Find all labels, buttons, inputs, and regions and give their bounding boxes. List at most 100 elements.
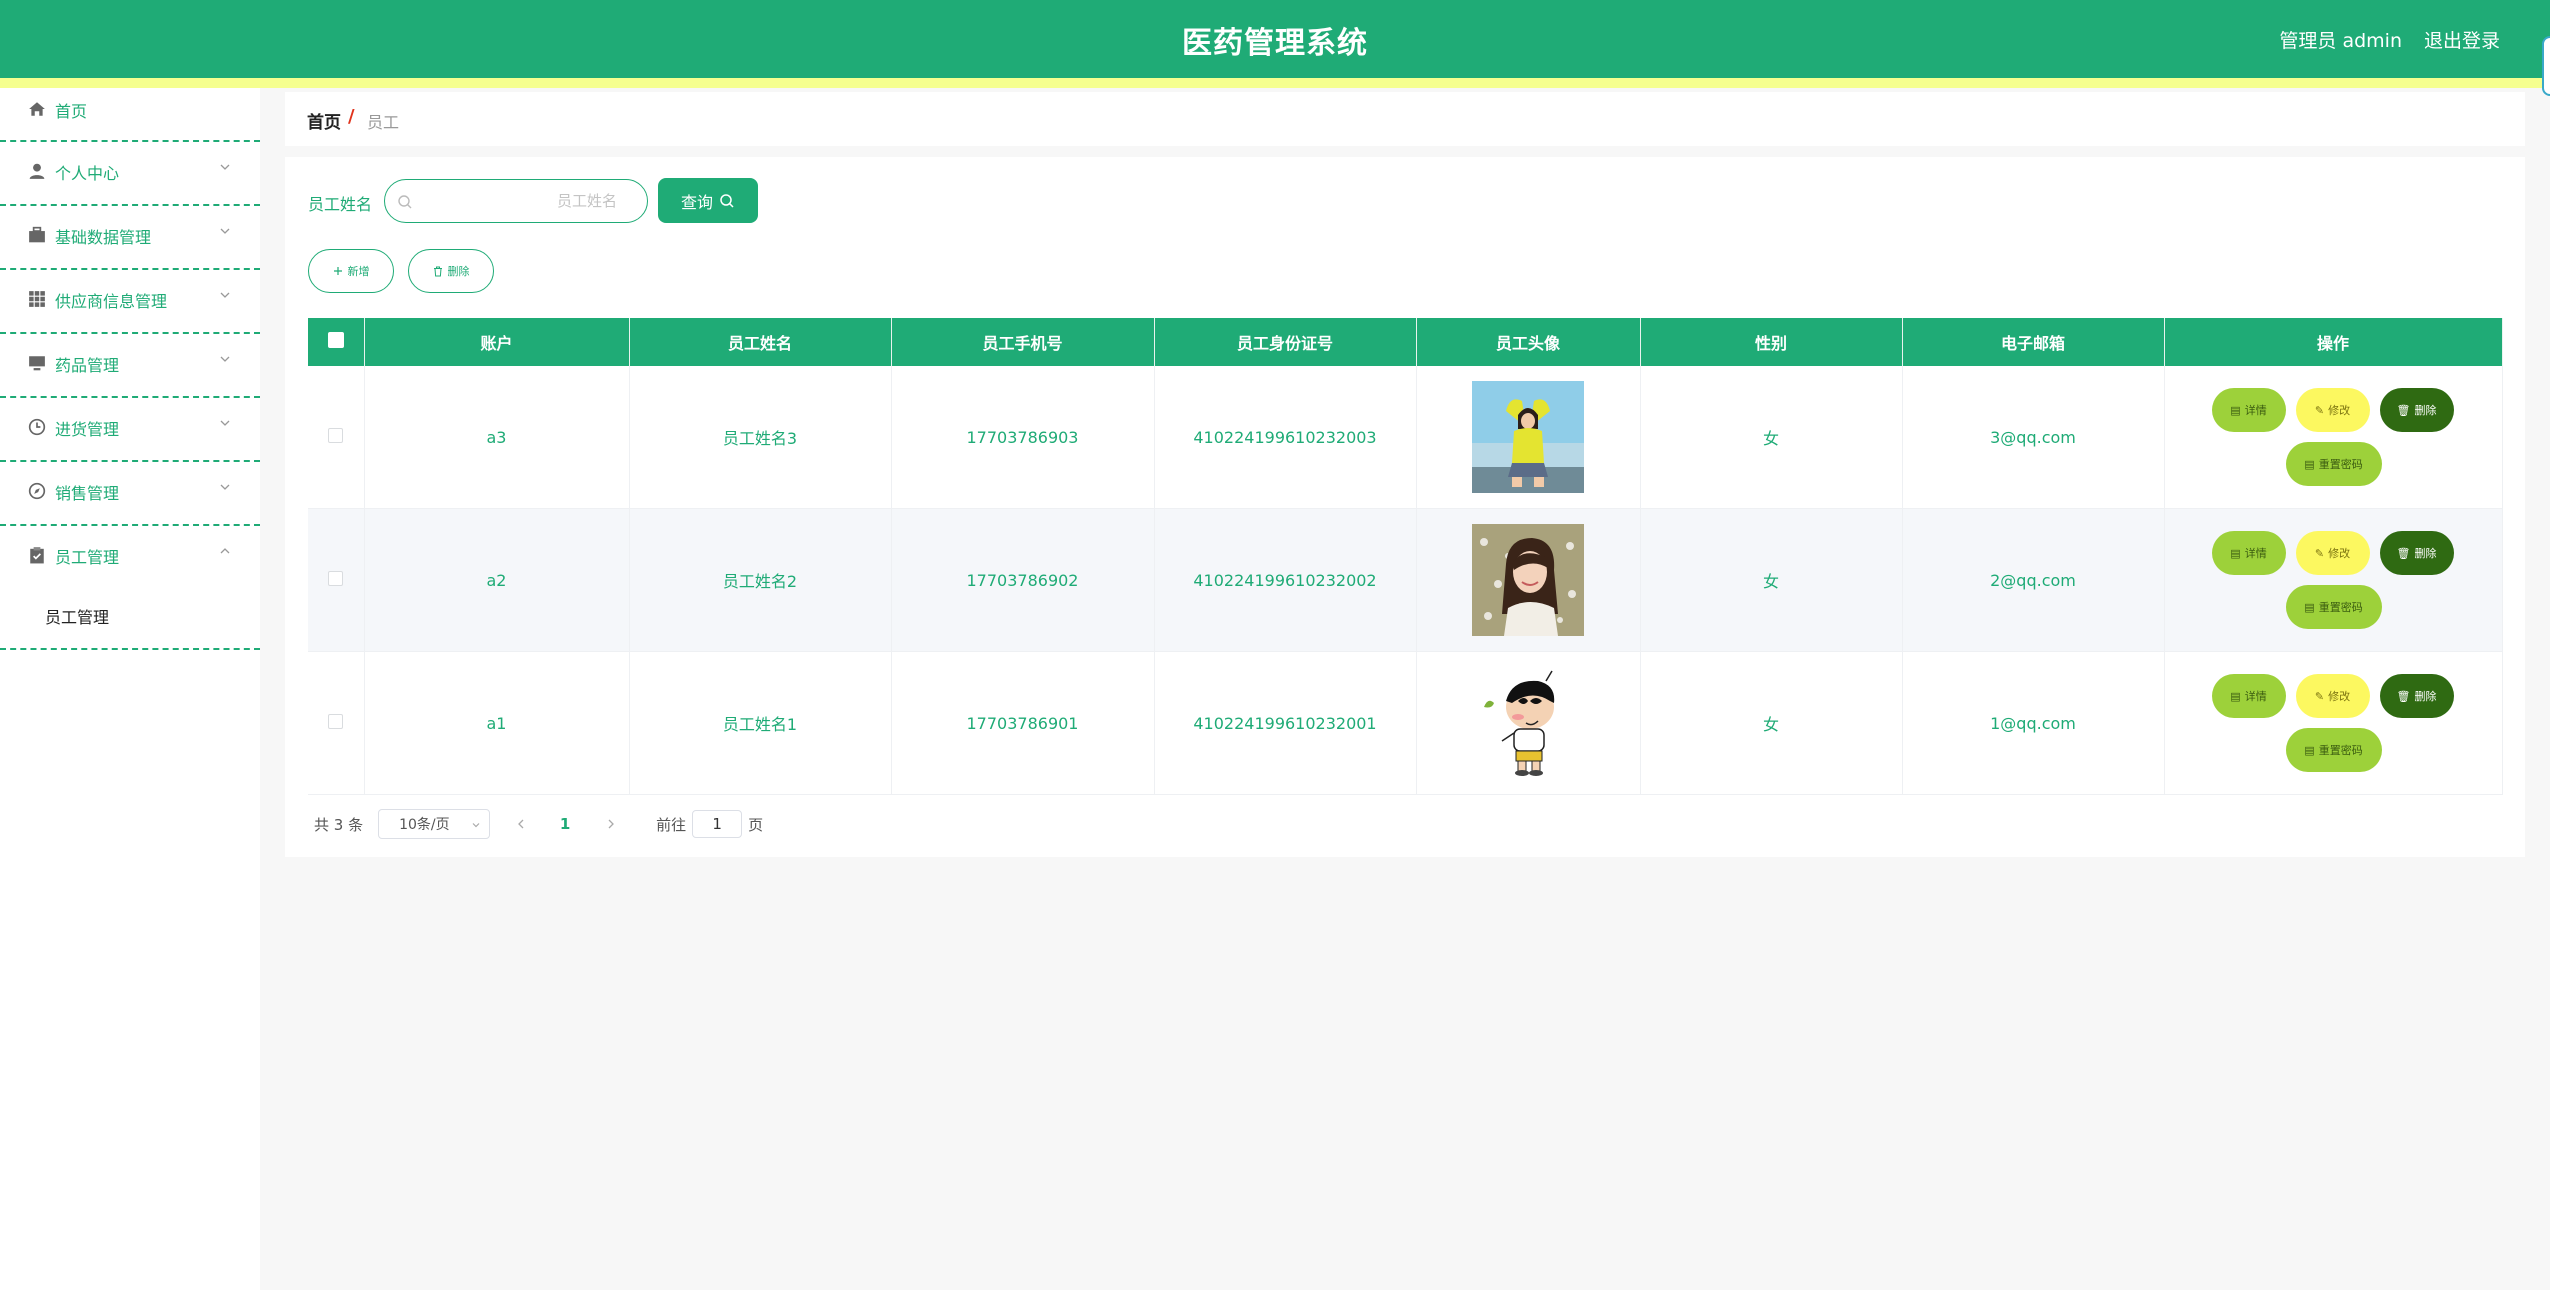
reset-password-button-label: 重置密码 — [2318, 601, 2363, 614]
edit-button[interactable]: ✎ 修改 — [2295, 388, 2370, 432]
column-header: 员工身份证号 — [1154, 318, 1417, 366]
row-select-cell — [308, 366, 365, 509]
select-all-cell[interactable] — [308, 318, 365, 366]
query-button[interactable]: 查询 — [658, 178, 758, 223]
cell-name: 员工姓名1 — [629, 651, 892, 795]
clipboard-icon — [30, 547, 44, 564]
pencil-icon: ✎ — [2314, 403, 2325, 417]
chevron-down-icon — [220, 164, 230, 170]
cell-phone: 17703786902 — [891, 508, 1155, 652]
edit-button-label: 修改 — [2328, 404, 2351, 417]
breadcrumb: 首页 / 员工 — [285, 92, 2525, 146]
edit-button-label: 修改 — [2328, 690, 2351, 703]
main-panel: 员工姓名 查询 新增 删除 账户 员工姓名 员工手机号 员工身份证号 员工头像 … — [285, 157, 2525, 857]
sidebar-item-label: 首页 — [55, 102, 88, 121]
add-button-label: 新增 — [347, 265, 370, 278]
cell-phone: 17703786901 — [891, 651, 1155, 795]
side-scroll-tab[interactable] — [2542, 36, 2550, 96]
cell-phone: 17703786903 — [891, 366, 1155, 509]
monitor-icon — [29, 356, 45, 371]
avatar-girl-flowers-photo[interactable] — [1472, 524, 1584, 636]
cell-account: a1 — [364, 651, 630, 795]
select-all-checkbox[interactable] — [327, 332, 344, 348]
chevron-down-icon — [220, 484, 230, 490]
avatar-cartoon-boy[interactable] — [1472, 667, 1584, 779]
delete-button[interactable]: 🗑 删除 — [2379, 388, 2454, 432]
breadcrumb-separator: / — [348, 106, 355, 127]
sidebar-item-personal-center[interactable]: 个人中心 — [0, 142, 260, 206]
row-checkbox[interactable] — [328, 427, 344, 443]
reset-password-button[interactable]: ▤ 重置密码 — [2285, 728, 2382, 772]
doc-icon: ▤ — [2304, 457, 2315, 471]
detail-button[interactable]: ▤ 详情 — [2211, 388, 2286, 432]
sidebar-item-supplier[interactable]: 供应商信息管理 — [0, 270, 260, 334]
cell-avatar — [1416, 651, 1641, 795]
column-header: 员工头像 — [1416, 318, 1641, 366]
chevron-down-icon — [472, 823, 480, 828]
delete-button[interactable]: 🗑 删除 — [2379, 674, 2454, 718]
edit-button-label: 修改 — [2328, 547, 2351, 560]
goto-suffix: 页 — [748, 815, 764, 834]
sidebar-item-drugs[interactable]: 药品管理 — [0, 334, 260, 398]
search-input[interactable] — [425, 188, 637, 214]
trash-icon: 🗑 — [2396, 403, 2411, 417]
row-checkbox[interactable] — [328, 713, 344, 729]
pencil-icon: ✎ — [2314, 546, 2325, 560]
sidebar-item-basic-data[interactable]: 基础数据管理 — [0, 206, 260, 270]
home-icon — [29, 102, 45, 116]
detail-button[interactable]: ▤ 详情 — [2211, 674, 2286, 718]
batch-delete-button-label: 删除 — [447, 265, 470, 278]
cell-email: 1@qq.com — [1902, 651, 2165, 795]
cell-name: 员工姓名2 — [629, 508, 892, 652]
page-size-select[interactable]: 10条/页 — [378, 809, 491, 839]
trash-icon: 🗑 — [2396, 546, 2411, 560]
delete-button[interactable]: 🗑 删除 — [2379, 531, 2454, 575]
doc-icon: ▤ — [2304, 600, 2315, 614]
search-icon — [720, 193, 734, 208]
edit-button[interactable]: ✎ 修改 — [2295, 531, 2370, 575]
logout-link[interactable]: 退出登录 — [2424, 26, 2500, 53]
pencil-icon: ✎ — [2314, 689, 2325, 703]
next-page-button[interactable] — [596, 818, 626, 830]
search-label: 员工姓名 — [308, 195, 373, 214]
sidebar: 首页 个人中心 基础数据管理 供应商信息管理 药品管理 进货管理 销售管理 员工… — [0, 88, 260, 1290]
delete-button-label: 删除 — [2414, 404, 2437, 417]
row-actions: ▤ 详情 ✎ 修改 🗑 删除 ▤ 重置密码 — [2165, 652, 2502, 794]
cell-actions: ▤ 详情 ✎ 修改 🗑 删除 ▤ 重置密码 — [2164, 366, 2503, 509]
row-select-cell — [308, 508, 365, 652]
breadcrumb-home[interactable]: 首页 — [307, 108, 341, 133]
edit-button[interactable]: ✎ 修改 — [2295, 674, 2370, 718]
sidebar-item-label: 基础数据管理 — [55, 228, 152, 247]
reset-password-button[interactable]: ▤ 重置密码 — [2285, 442, 2382, 486]
top-header: 医药管理系统 管理员 admin 退出登录 — [0, 0, 2550, 78]
sidebar-subitem-staff-management[interactable]: 员工管理 — [0, 590, 260, 648]
sidebar-item-sales[interactable]: 销售管理 — [0, 462, 260, 526]
avatar-girl-yellow-photo[interactable] — [1472, 381, 1584, 493]
row-checkbox[interactable] — [328, 570, 344, 586]
add-button[interactable]: 新增 — [308, 249, 394, 293]
detail-button[interactable]: ▤ 详情 — [2211, 531, 2286, 575]
sidebar-item-home[interactable]: 首页 — [0, 88, 260, 142]
reset-password-button[interactable]: ▤ 重置密码 — [2285, 585, 2382, 629]
batch-delete-button[interactable]: 删除 — [408, 249, 494, 293]
detail-button-label: 详情 — [2244, 547, 2267, 560]
sidebar-item-purchase[interactable]: 进货管理 — [0, 398, 260, 462]
column-header: 员工手机号 — [891, 318, 1155, 366]
doc-icon: ▤ — [2230, 689, 2241, 703]
cell-account: a2 — [364, 508, 630, 652]
sidebar-item-staff[interactable]: 员工管理 — [0, 526, 260, 590]
reset-password-button-label: 重置密码 — [2318, 458, 2363, 471]
chevron-left-icon — [518, 819, 524, 829]
cell-id-card: 410224199610232003 — [1154, 366, 1417, 509]
header-stripe — [0, 78, 2550, 88]
row-select-cell — [308, 651, 365, 795]
cell-avatar — [1416, 366, 1641, 509]
staff-table: 账户 员工姓名 员工手机号 员工身份证号 员工头像 性别 电子邮箱 操作 a3 … — [308, 318, 2503, 795]
plus-icon — [333, 267, 342, 275]
pagination-total: 共 3 条 — [314, 815, 364, 834]
goto-page-input[interactable] — [692, 810, 743, 838]
prev-page-button[interactable] — [506, 818, 536, 830]
breadcrumb-current: 员工 — [367, 113, 400, 132]
page-number-current[interactable]: 1 — [550, 815, 580, 833]
cell-gender: 女 — [1640, 651, 1903, 795]
